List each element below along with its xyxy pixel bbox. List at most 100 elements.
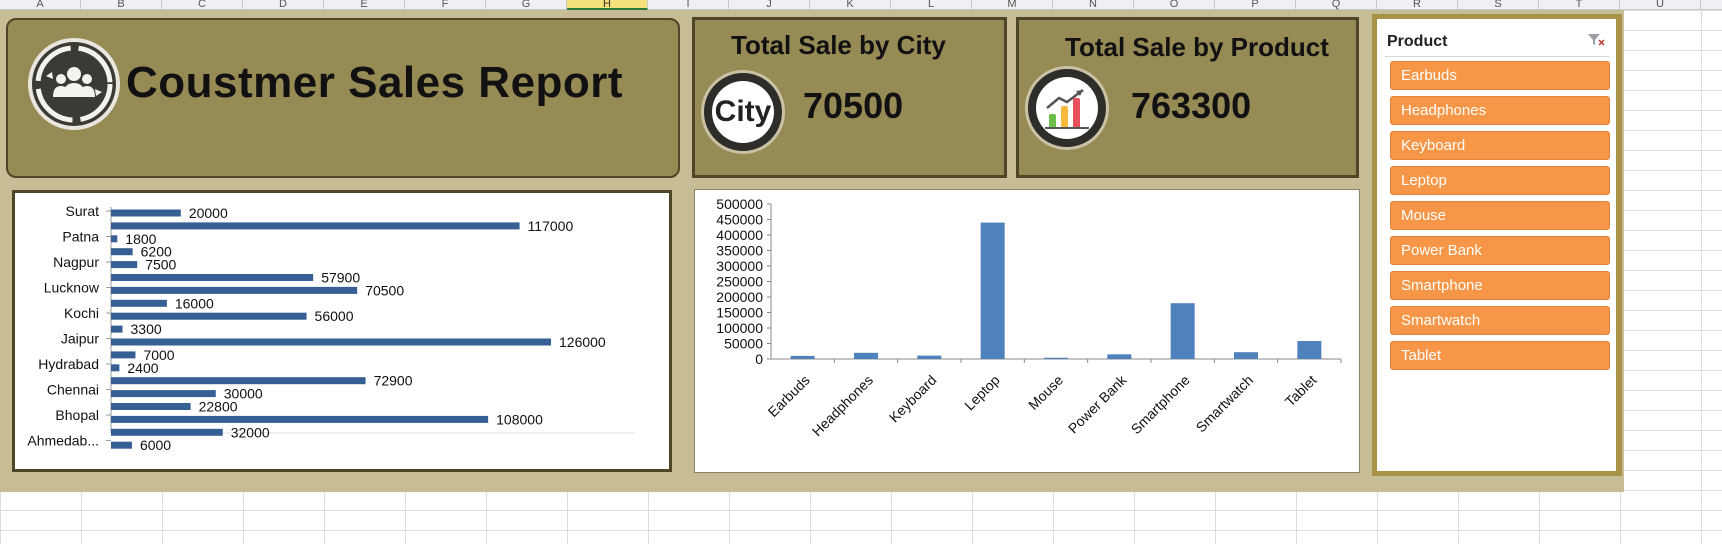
city-data-label: 16000	[175, 295, 214, 311]
column-header-e[interactable]: E	[324, 0, 405, 10]
city-data-label: 7500	[145, 257, 176, 273]
column-header-u[interactable]: U	[1620, 0, 1701, 10]
value-axis-label: 50000	[724, 336, 763, 352]
city-bar	[111, 248, 133, 256]
product-column	[1107, 354, 1132, 359]
kpi-product-value: 763300	[1131, 85, 1252, 126]
value-axis-label: 350000	[716, 243, 763, 259]
product-axis-label: Leptop	[961, 372, 1003, 414]
value-axis-label: 450000	[716, 212, 763, 228]
column-header-s[interactable]: S	[1458, 0, 1539, 10]
city-bar	[111, 209, 181, 217]
column-header-h[interactable]: H	[567, 0, 648, 10]
city-icon: City	[701, 70, 785, 154]
city-bar	[111, 377, 366, 385]
value-axis-label: 0	[755, 351, 763, 367]
city-data-label: 117000	[528, 218, 574, 234]
city-bar	[111, 390, 216, 398]
column-header-b[interactable]: B	[81, 0, 162, 10]
kpi-city-value: 70500	[803, 85, 904, 126]
slicer-item-smartphone[interactable]: Smartphone	[1390, 271, 1610, 300]
city-bar	[111, 338, 551, 346]
product-axis-label: Smartphone	[1128, 372, 1193, 437]
product-column	[1170, 303, 1195, 359]
product-column	[1297, 341, 1322, 359]
sales-by-city-chart[interactable]: 20000 117000 1800 6200 7500 57900 70500 16000 56…	[12, 190, 672, 472]
kpi-total-sale-by-product[interactable]: Total Sale by Product 763300	[1016, 17, 1359, 178]
city-data-label: 56000	[315, 308, 354, 324]
city-data-label: 126000	[559, 334, 606, 350]
city-data-label: 3300	[131, 321, 162, 337]
column-header-p[interactable]: P	[1215, 0, 1296, 10]
column-header-f[interactable]: F	[405, 0, 486, 10]
product-axis-label: Keyboard	[886, 372, 940, 426]
city-axis-label: Ahmedab...	[27, 433, 99, 449]
column-header-bar[interactable]: ABCDEFGHIJKLMNOPQRSTU	[0, 0, 1722, 10]
value-axis-label: 300000	[716, 258, 763, 274]
value-axis-label: 250000	[716, 274, 763, 290]
column-header-o[interactable]: O	[1134, 0, 1215, 10]
column-header-t[interactable]: T	[1539, 0, 1620, 10]
column-header-i[interactable]: I	[648, 0, 729, 10]
slicer-title: Product	[1387, 33, 1448, 50]
column-header-k[interactable]: K	[810, 0, 891, 10]
city-bar	[111, 325, 123, 333]
clear-filter-icon[interactable]	[1587, 33, 1605, 47]
city-data-label: 72900	[374, 373, 413, 389]
column-header-n[interactable]: N	[1053, 0, 1134, 10]
kpi-city-title: Total Sale by City	[731, 30, 946, 60]
sales-by-city-svg: 2000011700018006200750057900705001600056…	[27, 203, 635, 453]
slicer-item-earbuds[interactable]: Earbuds	[1390, 61, 1610, 90]
product-column	[1044, 357, 1068, 359]
city-data-label: 32000	[231, 424, 270, 440]
slicer-item-power-bank[interactable]: Power Bank	[1390, 236, 1610, 265]
city-data-label: 2400	[127, 360, 158, 376]
city-bar	[111, 403, 191, 410]
growth-chart-icon	[1025, 66, 1109, 150]
value-axis-label: 500000	[716, 196, 763, 212]
product-axis-label: Mouse	[1025, 372, 1066, 413]
city-axis-label: Surat	[66, 203, 100, 219]
slicer-item-smartwatch[interactable]: Smartwatch	[1390, 306, 1610, 335]
city-data-label: 57900	[321, 270, 360, 286]
column-header-m[interactable]: M	[972, 0, 1053, 10]
slicer-item-mouse[interactable]: Mouse	[1390, 201, 1610, 230]
column-header-r[interactable]: R	[1377, 0, 1458, 10]
column-header-a[interactable]: A	[0, 0, 81, 10]
product-column	[1234, 352, 1258, 359]
title-panel[interactable]: Coustmer Sales Report	[6, 18, 680, 178]
slicer-item-tablet[interactable]: Tablet	[1390, 341, 1610, 370]
city-axis-label: Hydrabad	[38, 356, 99, 372]
column-header-c[interactable]: C	[162, 0, 243, 10]
product-slicer[interactable]: Product Earbuds Headphones Keyboard Leptop M…	[1372, 14, 1622, 476]
column-header-g[interactable]: G	[486, 0, 567, 10]
city-bar	[111, 222, 520, 230]
column-header-d[interactable]: D	[243, 0, 324, 10]
city-bar	[111, 428, 223, 436]
city-bar	[111, 441, 132, 449]
city-data-label: 20000	[189, 205, 228, 221]
column-header-l[interactable]: L	[891, 0, 972, 10]
city-bar	[111, 351, 136, 359]
product-column	[980, 222, 1005, 359]
product-column	[917, 355, 942, 359]
slicer-item-leptop[interactable]: Leptop	[1390, 166, 1610, 195]
product-axis-label: Power Bank	[1065, 371, 1130, 436]
city-bar	[111, 312, 307, 320]
city-bar	[111, 415, 489, 423]
city-axis-label: Bhopal	[55, 407, 99, 423]
city-bar	[111, 299, 167, 307]
column-header-j[interactable]: J	[729, 0, 810, 10]
city-bar	[111, 261, 138, 269]
sales-by-product-chart[interactable]: 0 50000 100000 150000 200000 250000 300000 3500…	[694, 189, 1360, 473]
slicer-item-keyboard[interactable]: Keyboard	[1390, 131, 1610, 160]
city-bar	[111, 286, 358, 294]
column-header-q[interactable]: Q	[1296, 0, 1377, 10]
kpi-total-sale-by-city[interactable]: Total Sale by City City 70500	[692, 17, 1007, 178]
slicer-item-headphones[interactable]: Headphones	[1390, 96, 1610, 125]
product-axis-label: Earbuds	[765, 372, 813, 420]
city-axis-label: Lucknow	[44, 280, 100, 296]
city-bar	[111, 274, 314, 281]
value-axis-label: 150000	[716, 305, 763, 321]
customers-icon	[28, 38, 120, 130]
